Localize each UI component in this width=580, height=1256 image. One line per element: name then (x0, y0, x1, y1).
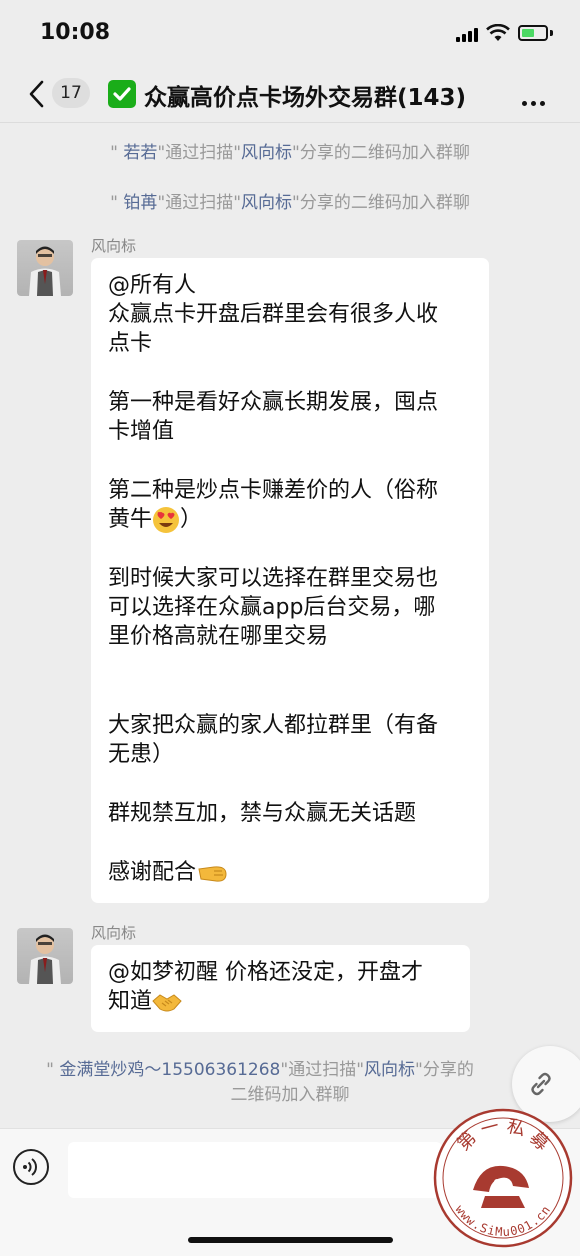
user-link[interactable]: 风向标 (364, 1060, 415, 1080)
watermark-seal: 第 一 私 募 www.SiMu001.cn (433, 1108, 573, 1248)
home-indicator (188, 1237, 393, 1243)
status-time: 10:08 (40, 20, 111, 45)
link-icon (531, 1072, 551, 1096)
unread-count-badge[interactable]: 17 (52, 78, 90, 108)
voice-input-button[interactable] (13, 1149, 49, 1185)
status-bar: 10:08 (0, 0, 580, 66)
user-link[interactable]: 若若 (123, 143, 157, 163)
user-link[interactable]: 铂苒 (123, 193, 157, 213)
message-bubble[interactable]: @所有人 众赢点卡开盘后群里会有很多人收 点卡 第一种是看好众赢长期发展，囤点 … (91, 258, 489, 903)
system-message-continued: 二维码加入群聊 (230, 1085, 350, 1105)
chat-header: 17 众赢高价点卡场外交易群(143) (0, 66, 580, 123)
user-link[interactable]: 风向标 (241, 193, 292, 213)
chat-title: 众赢高价点卡场外交易群(143) (144, 85, 467, 111)
more-options-icon[interactable] (522, 91, 549, 110)
handshake-emoji-icon (152, 994, 182, 1012)
wifi-icon (486, 24, 510, 41)
green-check-icon (108, 80, 136, 108)
message-input[interactable] (68, 1142, 442, 1198)
sender-avatar[interactable] (17, 928, 73, 984)
sender-name: 风向标 (91, 237, 137, 255)
voice-icon (23, 1158, 37, 1176)
user-link[interactable]: 金满堂炒鸡～15506361268 (59, 1060, 280, 1080)
user-link[interactable]: 风向标 (241, 143, 292, 163)
sender-name: 风向标 (91, 924, 137, 942)
system-message: " 若若"通过扫描"风向标"分享的二维码加入群聊 (110, 143, 470, 163)
back-chevron-icon[interactable] (28, 80, 46, 108)
sender-avatar[interactable] (17, 240, 73, 296)
system-message: " 铂苒"通过扫描"风向标"分享的二维码加入群聊 (110, 193, 470, 213)
fist-emoji-icon (198, 866, 227, 882)
message-bubble[interactable]: @如梦初醒 价格还没定，开盘才 知道 (91, 945, 470, 1032)
battery-icon (518, 25, 548, 41)
heart-eyes-emoji-icon (153, 507, 180, 533)
system-message: " 金满堂炒鸡～15506361268"通过扫描"风向标"分享的 (46, 1060, 474, 1080)
signal-icon (456, 28, 482, 42)
